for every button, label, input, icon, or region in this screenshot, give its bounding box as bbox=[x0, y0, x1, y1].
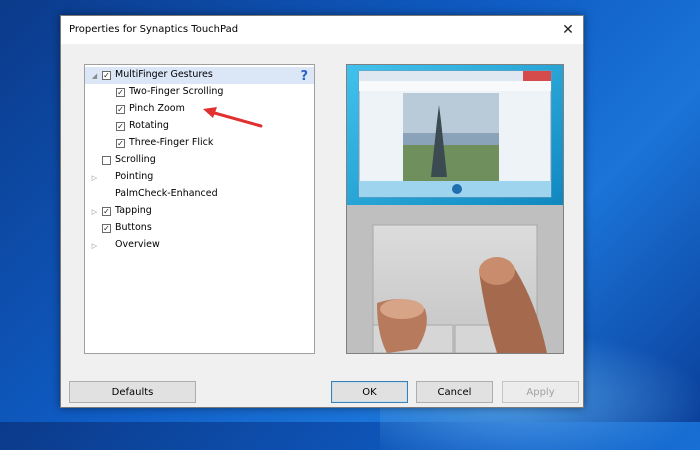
tree-item-label: PalmCheck-Enhanced bbox=[115, 188, 218, 199]
three-finger-flick-checkbox[interactable]: ✓ bbox=[116, 139, 125, 148]
tree-item-label: Rotating bbox=[129, 120, 169, 131]
tree-item-palmcheck-enhanced[interactable]: PalmCheck-Enhanced bbox=[85, 186, 314, 203]
tree-item-overview[interactable]: ▷ Overview bbox=[85, 237, 314, 254]
tree-item-buttons[interactable]: ✓ Buttons bbox=[85, 220, 314, 237]
dialog-title: Properties for Synaptics TouchPad bbox=[69, 24, 239, 35]
tree-item-label: Tapping bbox=[115, 205, 152, 216]
multifinger-gestures-checkbox[interactable]: ✓ bbox=[102, 71, 111, 80]
tree-item-label: Buttons bbox=[115, 222, 152, 233]
tree-item-label: Three-Finger Flick bbox=[129, 137, 214, 148]
gesture-preview-image bbox=[346, 64, 564, 354]
pinch-zoom-checkbox[interactable]: ✓ bbox=[116, 105, 125, 114]
scrolling-checkbox[interactable] bbox=[102, 156, 111, 165]
tree-expand-icon[interactable]: ▷ bbox=[91, 174, 98, 182]
tree-item-label: MultiFinger Gestures bbox=[115, 69, 213, 80]
tree-item-label: Pointing bbox=[115, 171, 154, 182]
tree-expand-icon[interactable]: ◢ bbox=[91, 72, 98, 80]
title-bar[interactable]: Properties for Synaptics TouchPad ✕ bbox=[61, 16, 583, 44]
rotating-checkbox[interactable]: ✓ bbox=[116, 122, 125, 131]
tree-item-label: Two-Finger Scrolling bbox=[129, 86, 224, 97]
cancel-button[interactable]: Cancel bbox=[416, 381, 493, 403]
tree-item-pointing[interactable]: ▷ Pointing bbox=[85, 169, 314, 186]
tree-item-two-finger-scrolling[interactable]: ✓ Two-Finger Scrolling bbox=[85, 84, 314, 101]
tree-item-three-finger-flick[interactable]: ✓ Three-Finger Flick bbox=[85, 135, 314, 152]
close-button[interactable]: ✕ bbox=[553, 16, 583, 44]
tree-expand-icon[interactable]: ▷ bbox=[91, 242, 98, 250]
tree-item-label: Overview bbox=[115, 239, 160, 250]
pinch-zoom-animation bbox=[347, 65, 563, 353]
settings-tree: ◢ ✓ MultiFinger Gestures ? ✓ Two-Finger … bbox=[84, 64, 315, 354]
annotation-arrow bbox=[203, 107, 263, 128]
tree-item-pinch-zoom[interactable]: ✓ Pinch Zoom bbox=[85, 101, 314, 118]
ok-button[interactable]: OK bbox=[331, 381, 408, 403]
tree-item-tapping[interactable]: ▷ ✓ Tapping bbox=[85, 203, 314, 220]
buttons-checkbox[interactable]: ✓ bbox=[102, 224, 111, 233]
two-finger-scrolling-checkbox[interactable]: ✓ bbox=[116, 88, 125, 97]
tree-item-multifinger-gestures[interactable]: ◢ ✓ MultiFinger Gestures ? bbox=[85, 67, 314, 84]
tree-item-label: Scrolling bbox=[115, 154, 156, 165]
properties-dialog: Properties for Synaptics TouchPad ✕ ◢ ✓ … bbox=[60, 15, 584, 408]
apply-button[interactable]: Apply bbox=[502, 381, 579, 403]
tree-item-scrolling[interactable]: Scrolling bbox=[85, 152, 314, 169]
tree-expand-icon[interactable]: ▷ bbox=[91, 208, 98, 216]
help-icon[interactable]: ? bbox=[300, 69, 308, 84]
tree-item-rotating[interactable]: ✓ Rotating bbox=[85, 118, 314, 135]
close-icon: ✕ bbox=[562, 22, 574, 38]
defaults-button[interactable]: Defaults bbox=[69, 381, 196, 403]
tapping-checkbox[interactable]: ✓ bbox=[102, 207, 111, 216]
tree-item-label: Pinch Zoom bbox=[129, 103, 185, 114]
